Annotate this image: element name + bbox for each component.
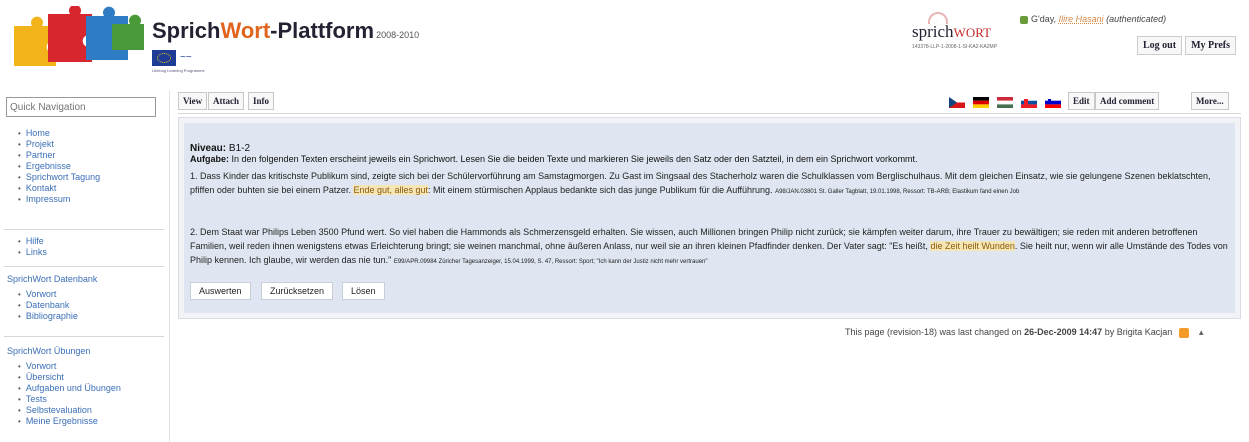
flag-hungary-icon[interactable] bbox=[997, 97, 1013, 108]
sidebar-item-hilfe[interactable]: Hilfe bbox=[18, 236, 170, 247]
proverb-highlight-1[interactable]: Ende gut, alles gut bbox=[353, 185, 429, 195]
site-title: SprichWort-Plattform 2008-2010 bbox=[152, 18, 420, 43]
sidebar-item-impressum[interactable]: Impressum bbox=[18, 194, 170, 205]
sidebar-datenbank-section: SprichWort Datenbank Vorwort Datenbank B… bbox=[0, 274, 170, 322]
sidebar: Home Projekt Partner Ergebnisse Sprichwo… bbox=[0, 90, 170, 442]
proverb-highlight-2[interactable]: die Zeit heilt Wunden bbox=[930, 241, 1015, 251]
logout-button[interactable]: Log out bbox=[1137, 36, 1183, 55]
tab-attach[interactable]: Attach bbox=[208, 92, 244, 110]
flag-germany-icon[interactable] bbox=[973, 97, 989, 108]
sidebar-item-partner[interactable]: Partner bbox=[18, 150, 170, 161]
sidebar-heading-datenbank[interactable]: SprichWort Datenbank bbox=[0, 274, 170, 284]
more-menu-button[interactable]: More... bbox=[1191, 92, 1229, 110]
page-info-footer: This page (revision-18) was last changed… bbox=[845, 327, 1206, 338]
tab-info[interactable]: Info bbox=[248, 92, 275, 110]
eu-flag-icon bbox=[152, 50, 176, 66]
text-paragraph-2[interactable]: 2. Dem Staat war Philips Leben 3500 Pfun… bbox=[190, 225, 1230, 269]
rss-feed-icon[interactable] bbox=[1178, 327, 1189, 338]
signal-icon bbox=[928, 12, 948, 24]
username-link[interactable]: Ilire Hasani bbox=[1059, 14, 1104, 24]
last-changed-date[interactable]: 26-Dec-2009 14:47 bbox=[1024, 327, 1102, 337]
sidebar-item-aufgaben[interactable]: Aufgaben und Übungen bbox=[18, 383, 170, 394]
sidebar-item-bibliographie[interactable]: Bibliographie bbox=[18, 311, 170, 322]
my-prefs-button[interactable]: My Prefs bbox=[1185, 36, 1237, 55]
sidebar-uebungen-section: SprichWort Übungen Vorwort Übersicht Auf… bbox=[0, 346, 170, 427]
sidebar-item-tests[interactable]: Tests bbox=[18, 394, 170, 405]
flag-slovakia-icon[interactable] bbox=[1021, 97, 1037, 108]
aufgabe-line: Aufgabe: In den folgenden Texten erschei… bbox=[190, 154, 918, 164]
text-paragraph-1[interactable]: 1. Dass Kinder das kritischste Publikum … bbox=[190, 169, 1230, 199]
page-content: Niveau: B1-2 Aufgabe: In den folgenden T… bbox=[178, 117, 1241, 319]
swoosh-icon: ~~ bbox=[180, 52, 192, 63]
sidebar-heading-uebungen[interactable]: SprichWort Übungen bbox=[0, 346, 170, 356]
source-citation-1: A98/JAN.03801 St. Galler Tagblatt, 19.01… bbox=[775, 189, 1020, 195]
edit-button[interactable]: Edit bbox=[1068, 92, 1095, 110]
user-icon bbox=[1020, 15, 1028, 24]
sidebar-item-home[interactable]: Home bbox=[18, 128, 170, 139]
quick-navigation-input[interactable] bbox=[6, 97, 156, 117]
page-header: SprichWort-Plattform 2008-2010 ~~ Lifelon… bbox=[0, 0, 1249, 84]
source-citation-2: E99/APR.09984 Züricher Tagesanzeiger, 15… bbox=[393, 259, 708, 265]
scroll-top-icon[interactable]: ▲ bbox=[1197, 328, 1205, 337]
flag-slovenia-icon[interactable] bbox=[1045, 97, 1061, 108]
sidebar-item-links[interactable]: Links bbox=[18, 247, 170, 258]
sidebar-item-ergebnisse[interactable]: Ergebnisse bbox=[18, 161, 170, 172]
sidebar-item-db-vorwort[interactable]: Vorwort bbox=[18, 289, 170, 300]
page-toolbar: View Attach Info Edit Add comment More..… bbox=[178, 92, 1241, 114]
divider bbox=[4, 266, 164, 267]
divider bbox=[4, 229, 164, 230]
puzzle-logo[interactable] bbox=[8, 6, 148, 70]
sidebar-item-selbstevaluation[interactable]: Selbstevaluation bbox=[18, 405, 170, 416]
tab-view[interactable]: View bbox=[178, 92, 208, 110]
sidebar-item-kontakt[interactable]: Kontakt bbox=[18, 183, 170, 194]
sidebar-help-nav: Hilfe Links bbox=[0, 236, 170, 258]
flag-czech-icon[interactable] bbox=[949, 97, 965, 108]
sidebar-item-uebersicht[interactable]: Übersicht bbox=[18, 372, 170, 383]
sidebar-main-nav: Home Projekt Partner Ergebnisse Sprichwo… bbox=[0, 128, 170, 205]
sidebar-item-datenbank[interactable]: Datenbank bbox=[18, 300, 170, 311]
divider bbox=[4, 336, 164, 337]
zuruecksetzen-button[interactable]: Zurücksetzen bbox=[261, 282, 334, 300]
niveau-line: Niveau: B1-2 bbox=[190, 143, 251, 154]
sidebar-item-projekt[interactable]: Projekt bbox=[18, 139, 170, 150]
loesen-button[interactable]: Lösen bbox=[342, 282, 385, 300]
sprichwort-logo: sprichWORT 143378-LLP-1-2008-1-SI-KA2-KA… bbox=[912, 12, 1062, 66]
user-greeting: G'day, Ilire Hasani (authenticated) bbox=[1020, 14, 1166, 24]
sidebar-item-ue-vorwort[interactable]: Vorwort bbox=[18, 361, 170, 372]
add-comment-button[interactable]: Add comment bbox=[1095, 92, 1160, 110]
sidebar-item-ergebnisse-meine[interactable]: Meine Ergebnisse bbox=[18, 416, 170, 427]
sidebar-item-tagung[interactable]: Sprichwort Tagung bbox=[18, 172, 170, 183]
exercise-box: Niveau: B1-2 Aufgabe: In den folgenden T… bbox=[184, 123, 1235, 313]
eu-logo: ~~ Lifelong Learning Programme bbox=[152, 50, 205, 73]
auswerten-button[interactable]: Auswerten bbox=[190, 282, 251, 300]
